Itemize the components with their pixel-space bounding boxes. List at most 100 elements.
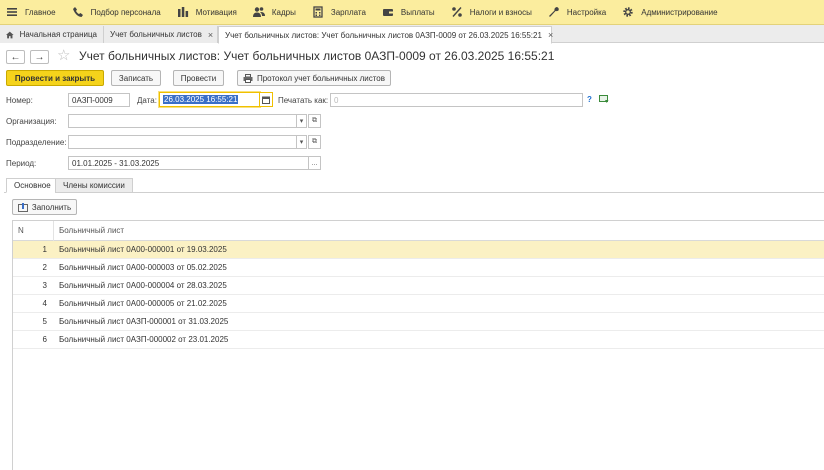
wrench-icon — [548, 6, 560, 18]
table-row[interactable]: 5 Больничный лист 0АЗП-000001 от 31.03.20… — [13, 313, 824, 331]
tab-commission-members[interactable]: Члены комиссии — [55, 178, 133, 193]
tab-sick-leave-document[interactable]: Учет больничных листов: Учет больничных … — [218, 26, 553, 44]
save-button[interactable]: Записать — [111, 70, 161, 86]
department-open-button[interactable]: ⧉ — [308, 135, 321, 149]
number-label: Номер: — [6, 96, 33, 105]
tab-sick-leave-list[interactable]: Учет больничных листов × — [104, 26, 218, 43]
sick-leave-table: N Больничный лист 1 Больничный лист 0А00-… — [12, 220, 824, 470]
tab-label: Начальная страница — [19, 30, 97, 39]
tab-main[interactable]: Основное — [6, 178, 59, 193]
row-document: Больничный лист 0АЗП-000002 от 23.01.202… — [59, 335, 229, 344]
download-icon[interactable] — [599, 95, 609, 105]
department-field[interactable] — [68, 135, 297, 149]
row-document: Больничный лист 0А00-000005 от 21.02.202… — [59, 299, 227, 308]
row-number: 1 — [42, 245, 47, 254]
table-row[interactable]: 3 Больничный лист 0А00-000004 от 28.03.20… — [13, 277, 824, 295]
post-button[interactable]: Провести — [173, 70, 224, 86]
menu-item-label: Настройка — [566, 7, 607, 17]
row-number: 4 — [42, 299, 47, 308]
calendar-button[interactable] — [259, 92, 273, 107]
favorite-star-icon[interactable]: ☆ — [57, 48, 70, 64]
main-menu-bar: Главное Подбор персонала Мотивация Кадры… — [0, 0, 824, 25]
column-header-sick-leave[interactable]: Больничный лист — [53, 226, 124, 235]
column-header-n[interactable]: N — [13, 226, 53, 235]
menu-item-label: Главное — [25, 7, 56, 17]
table-header: N Больничный лист — [13, 221, 824, 241]
menu-item-label: Налоги и взносы — [469, 7, 532, 17]
date-value: 26.03.2025 16:55:21 — [163, 95, 239, 104]
row-document: Больничный лист 0А00-000004 от 28.03.202… — [59, 281, 227, 290]
fill-button-label: Заполнить — [31, 202, 72, 212]
menu-icon — [6, 6, 18, 18]
forward-button[interactable]: → — [30, 50, 49, 64]
print-as-field[interactable]: 0 — [330, 93, 583, 107]
row-number: 3 — [42, 281, 47, 290]
post-and-close-button[interactable]: Провести и закрыть — [6, 70, 104, 86]
period-field[interactable]: 01.01.2025 - 31.03.2025 — [68, 156, 309, 170]
menu-item-label: Кадры — [271, 7, 296, 17]
dropdown-arrow-icon: ▾ — [299, 118, 304, 125]
menu-item-label: Мотивация — [195, 7, 237, 17]
close-icon[interactable]: × — [548, 30, 553, 40]
home-icon — [6, 31, 14, 38]
print-protocol-label: Протокол учет больничных листов — [256, 73, 386, 83]
printer-icon — [243, 73, 253, 83]
organization-open-button[interactable]: ⧉ — [308, 114, 321, 128]
back-button[interactable]: ← — [6, 50, 25, 64]
period-label: Период: — [6, 159, 37, 168]
menu-item-administration[interactable]: Администрирование — [616, 0, 727, 25]
close-icon[interactable]: × — [208, 30, 213, 40]
percent-icon — [451, 6, 463, 18]
column-divider — [53, 221, 54, 241]
menu-item-settings[interactable]: Настройка — [542, 0, 616, 25]
page-title: Учет больничных листов: Учет больничных … — [79, 49, 555, 63]
menu-item-hr[interactable]: Кадры — [247, 0, 306, 25]
row-number: 2 — [42, 263, 47, 272]
row-number: 6 — [42, 335, 47, 344]
menu-item-label: Администрирование — [641, 7, 718, 17]
menu-item-salary[interactable]: Зарплата — [306, 0, 376, 25]
people-icon — [252, 6, 265, 18]
chart-icon — [177, 6, 189, 18]
menu-item-payments[interactable]: Выплаты — [376, 0, 445, 25]
tab-label: Учет больничных листов — [110, 30, 202, 39]
table-row[interactable]: 1 Больничный лист 0А00-000001 от 19.03.20… — [13, 241, 824, 259]
number-field[interactable]: 0АЗП-0009 — [68, 93, 130, 107]
organization-field[interactable] — [68, 114, 297, 128]
help-icon[interactable]: ? — [587, 95, 592, 104]
menu-item-taxes[interactable]: Налоги и взносы — [445, 0, 542, 25]
open-link-icon: ⧉ — [312, 117, 317, 124]
print-as-label: Печатать как: — [278, 96, 329, 105]
menu-item-label: Выплаты — [400, 7, 435, 17]
date-field[interactable]: 26.03.2025 16:55:21 — [159, 92, 260, 107]
menu-item-main[interactable]: Главное — [0, 0, 66, 25]
table-row[interactable]: 2 Больничный лист 0А00-000003 от 05.02.20… — [13, 259, 824, 277]
print-protocol-button[interactable]: Протокол учет больничных листов — [237, 70, 391, 86]
department-label: Подразделение: — [6, 138, 67, 147]
table-row[interactable]: 4 Больничный лист 0А00-000005 от 21.02.20… — [13, 295, 824, 313]
menu-item-label: Зарплата — [330, 7, 366, 17]
row-document: Больничный лист 0А00-000003 от 05.02.202… — [59, 263, 227, 272]
tab-home[interactable]: Начальная страница — [0, 26, 104, 43]
dropdown-arrow-icon: ▾ — [299, 139, 304, 146]
row-document: Больничный лист 0А00-000001 от 19.03.202… — [59, 245, 227, 254]
fill-button[interactable]: Заполнить — [12, 199, 77, 215]
table-row[interactable]: 6 Больничный лист 0АЗП-000002 от 23.01.20… — [13, 331, 824, 349]
wallet-icon — [382, 6, 394, 18]
calculator-icon — [312, 6, 324, 18]
department-dropdown-button[interactable]: ▾ — [296, 135, 307, 149]
tab-label: Учет больничных листов: Учет больничных … — [225, 30, 542, 40]
date-label: Дата: — [137, 96, 157, 105]
organization-label: Организация: — [6, 117, 57, 126]
menu-item-motivation[interactable]: Мотивация — [171, 0, 247, 25]
open-link-icon: ⧉ — [312, 138, 317, 145]
period-select-button[interactable]: ... — [308, 156, 321, 170]
organization-dropdown-button[interactable]: ▾ — [296, 114, 307, 128]
gear-icon — [622, 6, 634, 18]
row-number: 5 — [42, 317, 47, 326]
calendar-icon — [262, 96, 270, 104]
row-document: Больничный лист 0АЗП-000001 от 31.03.202… — [59, 317, 229, 326]
menu-item-recruitment[interactable]: Подбор персонала — [66, 0, 171, 25]
phone-icon — [72, 6, 84, 18]
menu-item-label: Подбор персонала — [90, 7, 161, 17]
